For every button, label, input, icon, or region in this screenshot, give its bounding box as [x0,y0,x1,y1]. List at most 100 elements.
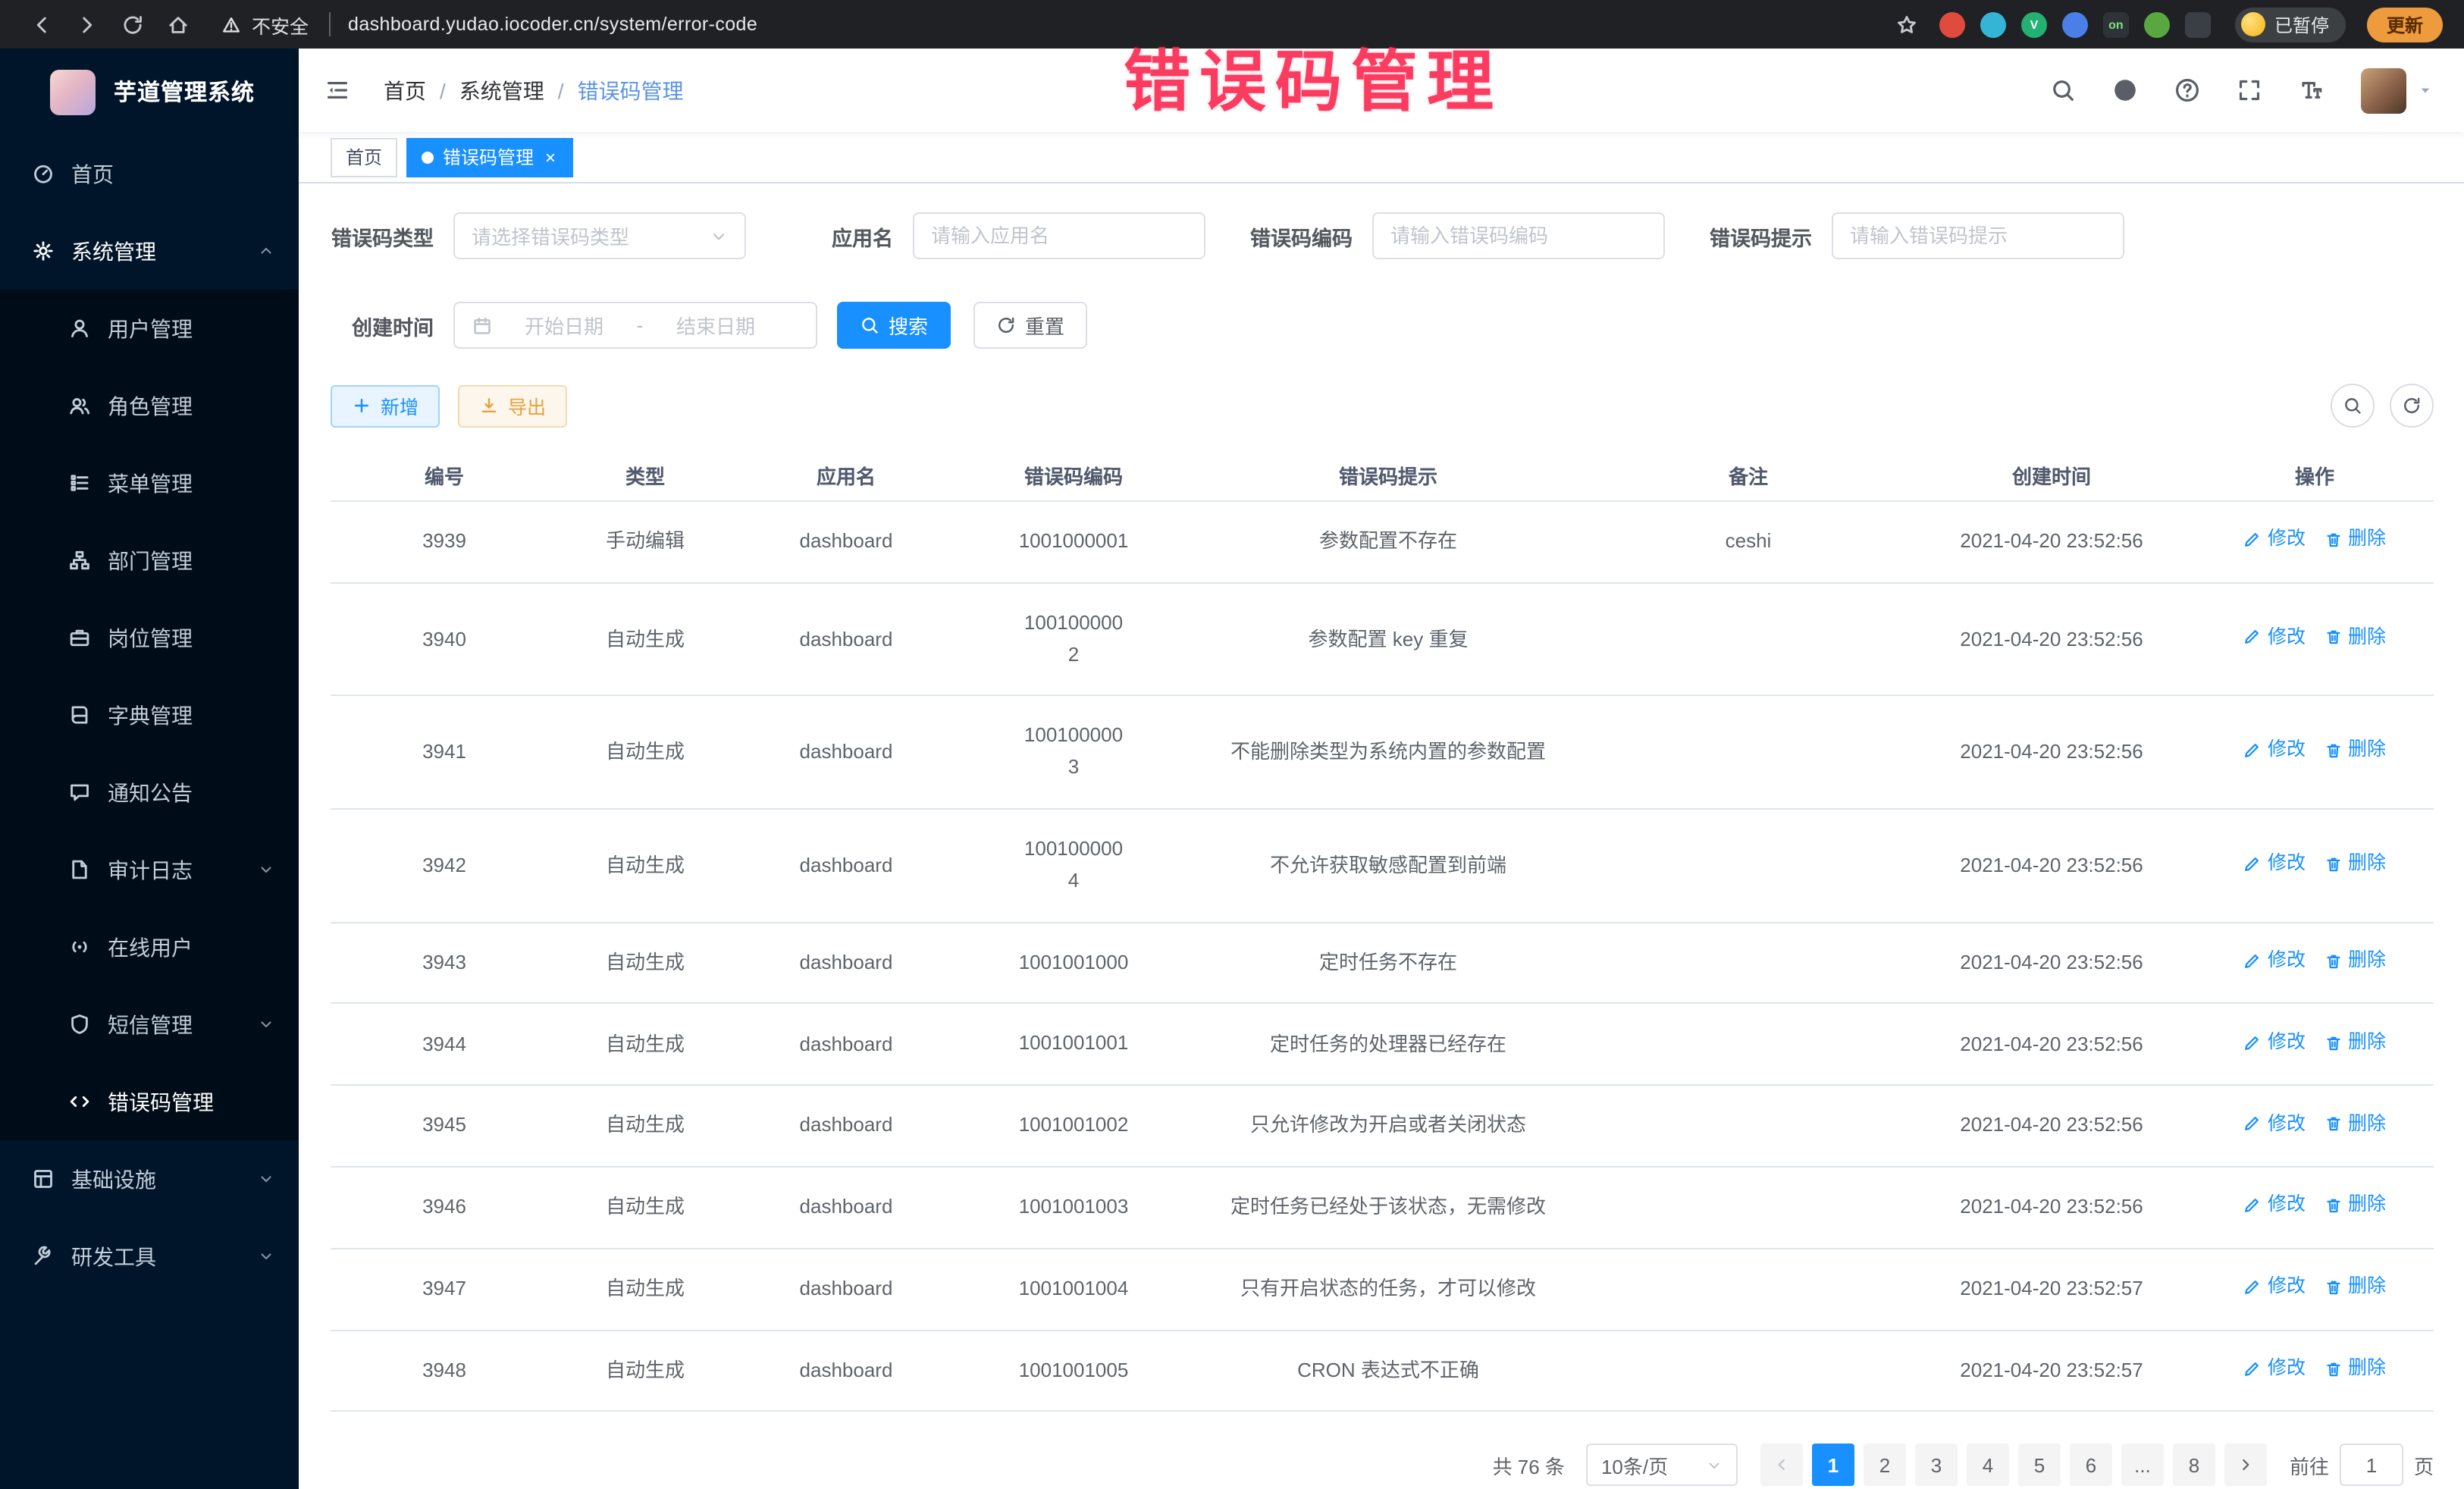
error-type-select[interactable]: 请选择错误码类型 [453,212,746,259]
close-icon[interactable] [543,149,558,165]
bookmark-star-icon[interactable] [1895,13,1918,36]
cell-code: 1001000001 [960,502,1187,582]
extension-drop[interactable] [1980,11,2006,37]
extension-green[interactable] [2144,11,2170,37]
reload-icon [121,13,143,36]
sidebar-item-dept[interactable]: 部门管理 [0,522,299,599]
sidebar-item-sms[interactable]: 短信管理 [0,986,299,1063]
extension-puzzle[interactable] [2185,11,2211,37]
user-menu[interactable] [2361,67,2434,113]
error-code-input[interactable] [1390,224,1647,247]
sidebar-item-user[interactable]: 用户管理 [0,290,299,367]
delete-link[interactable]: 删除 [2324,851,2386,877]
address-url[interactable]: dashboard.yudao.iocoder.cn/system/error-… [348,14,757,35]
sidebar-item-dict[interactable]: 字典管理 [0,676,299,754]
cell-id: 3944 [331,1006,558,1082]
browser-back-button[interactable] [21,5,61,44]
browser-home-button[interactable] [158,5,197,44]
reset-button[interactable]: 重置 [973,302,1087,349]
help-icon[interactable] [2174,77,2200,103]
cell-type: 自动生成 [558,1088,732,1164]
pager-page-3[interactable]: 3 [1915,1444,1958,1487]
breadcrumb-item[interactable]: 错误码管理 [578,75,684,105]
extension-blue[interactable] [2062,11,2088,37]
pager-more-button[interactable]: ... [2121,1444,2164,1487]
header-search-icon[interactable] [2050,77,2076,103]
sidebar-item-audit[interactable]: 审计日志 [0,831,299,908]
fullscreen-icon[interactable] [2237,77,2262,103]
github-icon[interactable] [2112,77,2138,103]
paused-badge[interactable]: 已暂停 [2235,7,2346,42]
add-button[interactable]: 新增 [331,384,440,427]
pager-page-1[interactable]: 1 [1812,1444,1854,1487]
page-size-select[interactable]: 10条/页 [1586,1444,1738,1487]
delete-link[interactable]: 删除 [2324,1356,2386,1382]
tree-icon [68,549,91,572]
edit-link[interactable]: 修改 [2243,737,2306,763]
sidebar-item-notice[interactable]: 通知公告 [0,754,299,831]
pager-page-8[interactable]: 8 [2173,1444,2215,1487]
delete-link[interactable]: 删除 [2324,948,2386,974]
edit-link[interactable]: 修改 [2243,1193,2306,1219]
pager-page-6[interactable]: 6 [2070,1444,2112,1487]
edit-link[interactable]: 修改 [2243,948,2306,974]
refresh-table-button[interactable] [2390,384,2434,428]
pager-prev-button[interactable] [1760,1444,1803,1487]
edit-link[interactable]: 修改 [2243,1111,2306,1137]
delete-link[interactable]: 删除 [2324,624,2386,650]
edit-link[interactable]: 修改 [2243,1356,2306,1382]
sidebar-item-infra[interactable]: 基础设施 [0,1140,299,1218]
pager-page-5[interactable]: 5 [2018,1444,2061,1487]
sidebar-item-online[interactable]: 在线用户 [0,908,299,986]
goto-page-input[interactable] [2340,1444,2403,1487]
delete-link[interactable]: 删除 [2324,1030,2386,1056]
pager-page-2[interactable]: 2 [1864,1444,1906,1487]
extension-green-v[interactable]: V [2021,11,2047,37]
export-button[interactable]: 导出 [458,384,567,427]
delete-link[interactable]: 删除 [2324,1193,2386,1219]
breadcrumb-item[interactable]: 首页 [384,75,426,105]
export-button-label: 导出 [508,391,546,420]
browser-reload-button[interactable] [112,5,152,44]
delete-link[interactable]: 删除 [2324,1111,2386,1137]
sidebar-item-menu[interactable]: 菜单管理 [0,444,299,522]
delete-link[interactable]: 删除 [2324,527,2386,553]
edit-link[interactable]: 修改 [2243,527,2306,553]
extension-red[interactable] [1939,11,1965,37]
error-hint-input[interactable] [1850,224,2106,247]
tab-错误码管理[interactable]: 错误码管理 [406,137,573,177]
edit-link[interactable]: 修改 [2243,1274,2306,1300]
app-name-input[interactable] [931,224,1187,247]
sidebar-item-system[interactable]: 系统管理 [0,212,299,290]
sidebar-item-label: 通知公告 [108,777,274,807]
edit-link[interactable]: 修改 [2243,624,2306,650]
sidebar-item-errorcode[interactable]: 错误码管理 [0,1063,299,1140]
browser-forward-button[interactable] [67,5,106,44]
delete-link[interactable]: 删除 [2324,737,2386,763]
edit-link[interactable]: 修改 [2243,1030,2306,1056]
edit-link[interactable]: 修改 [2243,851,2306,877]
menu-fold-button[interactable] [299,49,375,132]
breadcrumb-item[interactable]: 系统管理 [459,75,544,105]
pager-next-button[interactable] [2224,1444,2267,1487]
delete-link[interactable]: 删除 [2324,1274,2386,1300]
sidebar-item-home[interactable]: 首页 [0,135,299,212]
table-body: 3939手动编辑dashboard1001000001参数配置不存在ceshi2… [331,502,2434,1412]
extension-on-badge[interactable]: on [2103,11,2129,37]
font-size-icon[interactable] [2299,77,2324,103]
chevron-down-icon [1706,1457,1723,1474]
cell-id: 3943 [331,925,558,1001]
tab-首页[interactable]: 首页 [331,137,397,177]
app-logo[interactable]: 芋道管理系统 [0,49,299,135]
site-security-indicator[interactable]: 不安全 [221,10,330,39]
update-button[interactable]: 更新 [2367,7,2443,42]
sidebar-item-role[interactable]: 角色管理 [0,367,299,444]
sidebar-item-devtools[interactable]: 研发工具 [0,1218,299,1295]
toggle-search-button[interactable] [2331,384,2375,428]
search-button[interactable]: 搜索 [837,302,951,349]
chevron-right-icon [2237,1456,2255,1475]
cell-hint: 定时任务不存在 [1187,925,1589,1001]
sidebar-item-post[interactable]: 岗位管理 [0,599,299,676]
pager-page-4[interactable]: 4 [1967,1444,2009,1487]
date-range-picker[interactable]: 开始日期 - 结束日期 [453,302,817,349]
